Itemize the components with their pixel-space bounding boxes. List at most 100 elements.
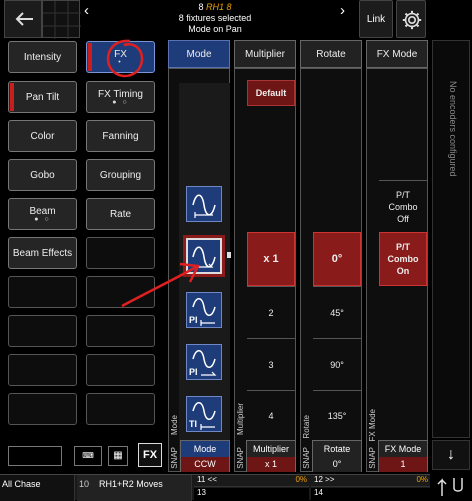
feature-beam[interactable]: Beam ● ○ — [8, 198, 77, 230]
grid-thumbnail[interactable] — [42, 0, 81, 39]
multiplier-option[interactable]: 3 — [247, 338, 295, 390]
playback-num: 11 << — [197, 475, 217, 484]
feature-label: Intensity — [23, 51, 62, 63]
waveform-option[interactable]: TI — [186, 396, 222, 432]
waveform-option[interactable] — [186, 186, 222, 222]
grid-view-icon[interactable]: ▦ — [108, 446, 128, 466]
waveform-option[interactable]: PI — [186, 344, 222, 380]
fxmode-footer[interactable]: FX Mode 1 — [378, 440, 428, 472]
rotate-option[interactable]: 135° — [313, 390, 361, 440]
page-dots: ● ○ — [34, 215, 51, 223]
down-arrow-button[interactable]: ↓ — [432, 440, 470, 470]
rotate-option[interactable]: 90° — [313, 338, 361, 390]
header-num: 8 — [198, 2, 204, 12]
feature-grouping[interactable]: Grouping — [86, 159, 155, 191]
feature-label: Rate — [109, 208, 132, 220]
back-arrow-icon — [15, 12, 33, 26]
red-circle-annotation — [106, 39, 144, 78]
settings-button[interactable] — [396, 0, 426, 38]
grid-icon — [43, 1, 81, 39]
playback-all-chase[interactable]: All Chase — [0, 475, 75, 501]
feature-rate[interactable]: Rate — [86, 198, 155, 230]
footer-value: CCW — [181, 457, 229, 472]
page-dots: ● ○ — [112, 98, 129, 106]
feature-label: Beam — [29, 205, 56, 217]
playback-percent: 0% — [416, 475, 428, 484]
rotate-selected[interactable]: 0° — [313, 232, 361, 286]
empty-slot[interactable] — [86, 315, 155, 347]
next-arrow-icon[interactable]: › — [340, 2, 356, 22]
mode-footer[interactable]: Mode CCW — [180, 440, 230, 472]
rotate-footer[interactable]: Rotate 0° — [312, 440, 362, 472]
multiplier-option[interactable]: 4 — [247, 390, 295, 440]
value-label: 0° — [331, 253, 343, 265]
multiplier-default[interactable]: Default — [247, 80, 295, 106]
playback-14[interactable]: 14 — [311, 488, 430, 500]
link-label: Link — [366, 13, 386, 25]
no-encoders-text: No encoders configured — [448, 81, 458, 177]
empty-slot[interactable] — [8, 276, 77, 308]
fxmode-column-header[interactable]: FX Mode — [366, 40, 428, 68]
multiplier-selected[interactable]: x 1 — [247, 232, 295, 286]
default-label: Default — [255, 88, 287, 98]
header-name: RH1 8 — [206, 2, 232, 12]
empty-slot[interactable] — [8, 315, 77, 347]
selected-indicator — [10, 83, 14, 111]
footer-value: 0° — [313, 457, 361, 472]
feature-label: Gobo — [30, 169, 55, 181]
playback-11[interactable]: 11 << 0% — [194, 475, 309, 487]
wave-label: TI — [189, 419, 197, 429]
command-input[interactable] — [8, 446, 62, 466]
column-side-label: FX Mode — [368, 409, 377, 442]
fxmode-option-on[interactable]: P/T Combo On — [379, 232, 427, 286]
sine-wave-icon — [192, 194, 216, 218]
selection-marker — [227, 252, 231, 258]
pipe-arrows-icon[interactable] — [434, 472, 468, 498]
footer-label: Multiplier — [247, 441, 295, 457]
value-label: P/T Combo On — [387, 242, 419, 276]
value-label: x 1 — [263, 253, 279, 265]
multiplier-option[interactable]: 2 — [247, 286, 295, 338]
empty-slot[interactable] — [86, 393, 155, 425]
column-side-label: Multiplier — [236, 403, 245, 436]
empty-slot[interactable] — [8, 354, 77, 386]
feature-fx-timing[interactable]: FX Timing ● ○ — [86, 81, 155, 113]
multiplier-column-header[interactable]: Multiplier — [234, 40, 296, 68]
feature-color[interactable]: Color — [8, 120, 77, 152]
playback-bar: All Chase 10 RH1+R2 Moves 11 << 0% 13 12 >… — [0, 474, 430, 501]
playback-13[interactable]: 13 — [194, 488, 309, 500]
value-label: 45° — [330, 307, 344, 318]
playback-12[interactable]: 12 >> 0% — [311, 475, 430, 487]
value-label: 4 — [268, 410, 274, 421]
value-label: 90° — [330, 359, 344, 370]
feature-intensity[interactable]: Intensity — [8, 41, 77, 73]
fx-button[interactable]: FX — [138, 443, 162, 467]
value-label: 135° — [327, 410, 347, 421]
empty-slot[interactable] — [8, 393, 77, 425]
back-button[interactable] — [4, 0, 42, 38]
wave-label: PI — [189, 315, 198, 325]
feature-pan-tilt[interactable]: Pan Tilt — [8, 81, 77, 113]
wave-label: PI — [189, 367, 198, 377]
link-button[interactable]: Link — [359, 0, 393, 38]
keyboard-icon[interactable]: ⌨ — [74, 446, 102, 466]
rotate-option[interactable]: 45° — [313, 286, 361, 338]
footer-value: 1 — [379, 457, 427, 472]
playback-label: All Chase — [2, 479, 41, 489]
column-title: FX Mode — [376, 48, 418, 60]
value-label: 2 — [268, 307, 274, 318]
playback-10[interactable]: 10 RH1+R2 Moves — [77, 475, 192, 501]
column-title: Multiplier — [244, 48, 285, 60]
value-label: 3 — [268, 359, 274, 370]
feature-gobo[interactable]: Gobo — [8, 159, 77, 191]
playback-num: 14 — [314, 488, 323, 497]
rotate-column-header[interactable]: Rotate — [300, 40, 362, 68]
multiplier-footer[interactable]: Multiplier x 1 — [246, 440, 296, 472]
empty-slot[interactable] — [86, 354, 155, 386]
mode-column-header[interactable]: Mode — [168, 40, 230, 68]
prev-arrow-icon[interactable]: ‹ — [84, 2, 100, 22]
fxmode-option-off[interactable]: P/T Combo Off — [379, 180, 427, 232]
feature-fanning[interactable]: Fanning — [86, 120, 155, 152]
playback-num: 10 — [79, 479, 90, 489]
feature-beam-effects[interactable]: Beam Effects — [8, 237, 77, 269]
